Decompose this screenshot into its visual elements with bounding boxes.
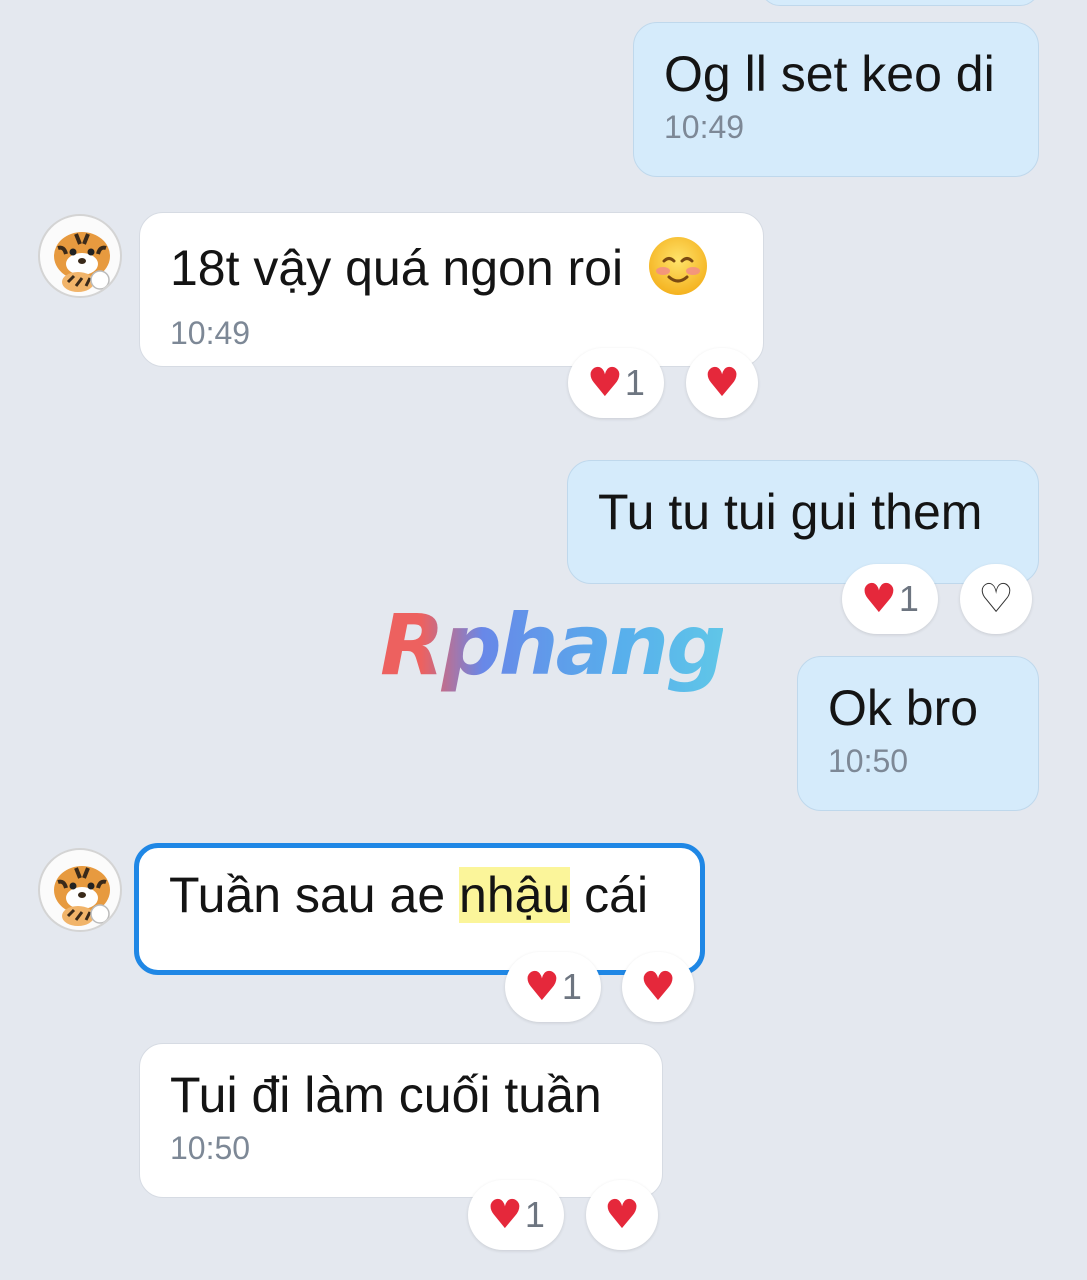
reaction-summary-pill[interactable]: ♥ 1 <box>505 952 601 1022</box>
heart-icon: ♥ <box>704 360 740 406</box>
message-text-prefix: Tuần sau ae <box>169 867 460 923</box>
incoming-message-bubble-selected[interactable]: Tuần sau ae nhậu cái <box>134 843 705 975</box>
reaction-count: 1 <box>524 1194 545 1235</box>
contact-avatar[interactable] <box>38 848 122 932</box>
heart-icon: ♥ <box>487 1192 523 1238</box>
highlighted-search-term: nhậu <box>459 867 571 923</box>
message-text: Og ll set keo di <box>664 46 995 102</box>
tiger-avatar-icon <box>54 232 110 292</box>
reaction-count: 1 <box>898 578 919 619</box>
message-text-suffix: cái <box>570 867 649 923</box>
reaction-summary-pill[interactable]: ♥ 1 <box>842 564 938 634</box>
reaction-count: 1 <box>624 362 645 403</box>
tiger-avatar-icon <box>54 866 110 926</box>
heart-outline-icon: ♡ <box>978 576 1014 622</box>
smiling-face-icon <box>647 235 709 309</box>
incoming-message-bubble[interactable]: Tui đi làm cuối tuần 10:50 <box>139 1043 663 1198</box>
reaction-count: 1 <box>561 966 582 1007</box>
message-text: Tui đi làm cuối tuần <box>170 1067 602 1123</box>
message-text: 18t vậy quá ngon roi <box>170 240 624 297</box>
react-heart-button[interactable]: ♡ <box>960 564 1032 634</box>
reaction-summary-pill[interactable]: ♥ 1 <box>568 348 664 418</box>
heart-icon: ♥ <box>640 964 676 1010</box>
react-heart-button[interactable]: ♥ <box>622 952 694 1022</box>
outgoing-message-bubble[interactable]: Og ll set keo di 10:49 <box>633 22 1039 177</box>
message-time: 10:50 <box>828 743 909 779</box>
react-heart-button[interactable]: ♥ <box>686 348 758 418</box>
heart-icon: ♥ <box>524 964 560 1010</box>
previous-message-bubble-edge <box>760 0 1040 6</box>
heart-icon: ♥ <box>861 576 897 622</box>
message-text: Tu tu tui gui them <box>598 484 983 540</box>
message-time: 10:50 <box>170 1130 251 1166</box>
message-text: Ok bro <box>828 680 979 736</box>
outgoing-message-bubble[interactable]: Ok bro 10:50 <box>797 656 1039 811</box>
react-heart-button[interactable]: ♥ <box>586 1180 658 1250</box>
heart-icon: ♥ <box>604 1192 640 1238</box>
contact-avatar[interactable] <box>38 214 122 298</box>
heart-icon: ♥ <box>587 360 623 406</box>
message-time: 10:49 <box>664 109 745 145</box>
reaction-summary-pill[interactable]: ♥ 1 <box>468 1180 564 1250</box>
watermark-logo: Rphang <box>380 596 726 694</box>
outgoing-message-bubble[interactable]: Tu tu tui gui them <box>567 460 1039 584</box>
incoming-message-bubble[interactable]: 18t vậy quá ngon roi 10:49 <box>139 212 764 367</box>
message-time: 10:49 <box>170 315 251 351</box>
